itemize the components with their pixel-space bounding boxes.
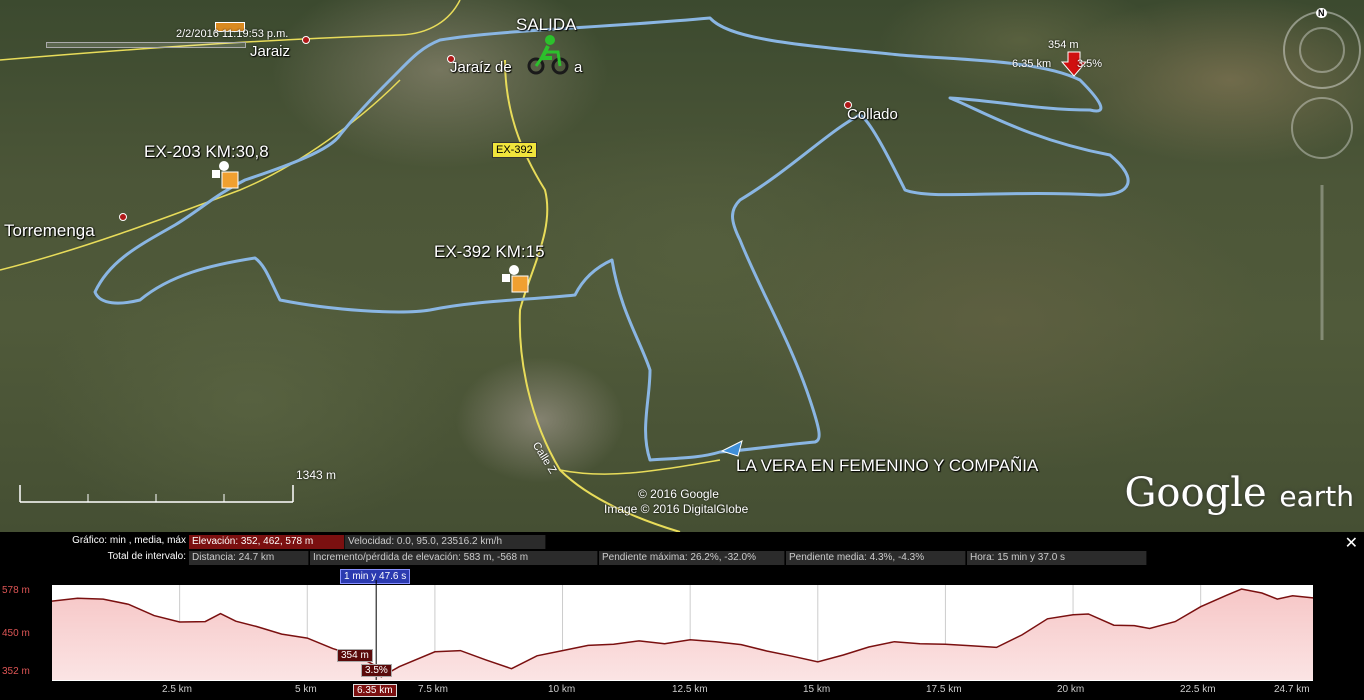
town-label-jaraiz-vera: Jaraíz de (450, 59, 512, 76)
x-tick-cursor: 6.35 km (353, 684, 397, 697)
direction-arrow-icon (720, 440, 743, 457)
town-label-jaraiz: Jaraiz (250, 43, 291, 60)
speed-stat[interactable]: Velocidad: 0.0, 95.0, 23516.2 km/h (345, 535, 546, 549)
town-dot (119, 213, 127, 221)
gain-loss-stat: Incremento/pérdida de elevación: 583 m, … (310, 551, 598, 565)
interval-label: Total de intervalo: (107, 551, 186, 562)
x-tick: 5 km (295, 684, 317, 695)
cursor-elevation-badge: 354 m (337, 649, 373, 662)
checkpoint-icon (212, 161, 239, 189)
close-icon[interactable]: ✕ (1345, 533, 1358, 553)
graph-label: Gráfico: min , media, máx (72, 535, 186, 546)
copyright: © 2016 Google (638, 487, 719, 501)
scale-label: 1343 m (296, 468, 337, 482)
x-tick: 2.5 km (162, 684, 193, 695)
marker-distance: 6.35 km (1012, 58, 1052, 70)
road (559, 459, 721, 475)
road (0, 79, 401, 271)
bicycle-icon (527, 35, 569, 75)
x-tick: 15 km (803, 684, 831, 695)
google-earth-logo: Google earth (1124, 470, 1354, 516)
map-view[interactable]: 2/2/2016 11:19:53 p.m. Jaraiz Jaraíz de … (0, 0, 1364, 532)
route-title: LA VERA EN FEMENINO Y COMPAÑIA (736, 456, 1039, 475)
elevation-stat[interactable]: Elevación: 352, 462, 578 m (189, 535, 345, 549)
x-tick: 17.5 km (926, 684, 962, 695)
scale-bar (19, 485, 294, 503)
avg-slope-stat: Pendiente media: 4.3%, -4.3% (786, 551, 966, 565)
town-label-torremenga: Torremenga (4, 221, 95, 240)
town-label-collado: Collado (847, 106, 898, 123)
checkpoint-label: EX-392 KM:15 (434, 242, 545, 261)
elevation-chart[interactable] (0, 580, 1364, 700)
distance-stat: Distancia: 24.7 km (189, 551, 309, 565)
x-tick: 20 km (1057, 684, 1085, 695)
marker-elevation: 354 m (1048, 39, 1079, 51)
x-tick: 22.5 km (1180, 684, 1216, 695)
cursor-grade-badge: 3.5% (361, 664, 392, 677)
marker-grade: 3.5% (1077, 58, 1103, 70)
checkpoint-icon (502, 265, 529, 293)
x-tick: 10 km (548, 684, 576, 695)
map-overlay (0, 0, 1361, 532)
checkpoint-label: EX-203 KM:30,8 (144, 142, 269, 161)
compass-north-label[interactable]: N (1316, 8, 1327, 18)
town-label-jaraiz-vera-tail: a (574, 59, 583, 76)
timestamp: 2/2/2016 11:19:53 p.m. (176, 28, 289, 40)
town-dot (302, 36, 310, 44)
max-slope-stat: Pendiente máxima: 26.2%, -32.0% (599, 551, 785, 565)
x-tick: 12.5 km (672, 684, 708, 695)
time-slider[interactable] (46, 42, 246, 48)
compass-control[interactable] (1283, 11, 1361, 340)
start-label: SALIDA (516, 15, 577, 34)
time-stat: Hora: 15 min y 37.0 s (967, 551, 1147, 565)
x-tick: 7.5 km (418, 684, 449, 695)
x-tick: 24.7 km (1274, 684, 1310, 695)
imagery-credit: Image © 2016 DigitalGlobe (604, 502, 749, 516)
route-track (93, 16, 1130, 462)
road-sign-ex392: EX-392 (492, 142, 537, 158)
